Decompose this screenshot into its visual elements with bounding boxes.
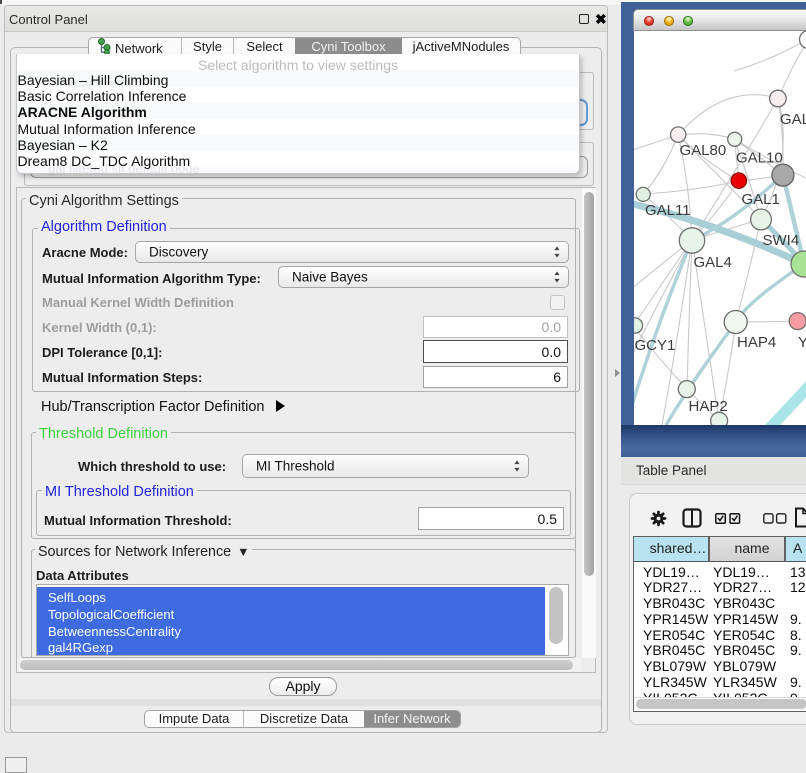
svg-text:HAP4: HAP4 <box>737 334 776 351</box>
svg-text:YE: YE <box>798 334 806 351</box>
svg-text:GAL1: GAL1 <box>742 191 780 208</box>
svg-text:GAL11: GAL11 <box>645 202 691 219</box>
svg-text:HAP2: HAP2 <box>689 398 728 415</box>
svg-text:GAL2: GAL2 <box>780 111 806 128</box>
svg-text:GAL10: GAL10 <box>736 150 783 167</box>
svg-text:SWI4: SWI4 <box>763 232 800 249</box>
svg-text:GAL4: GAL4 <box>694 254 732 271</box>
svg-text:GCY1: GCY1 <box>635 337 676 354</box>
svg-text:GAL80: GAL80 <box>680 142 727 159</box>
